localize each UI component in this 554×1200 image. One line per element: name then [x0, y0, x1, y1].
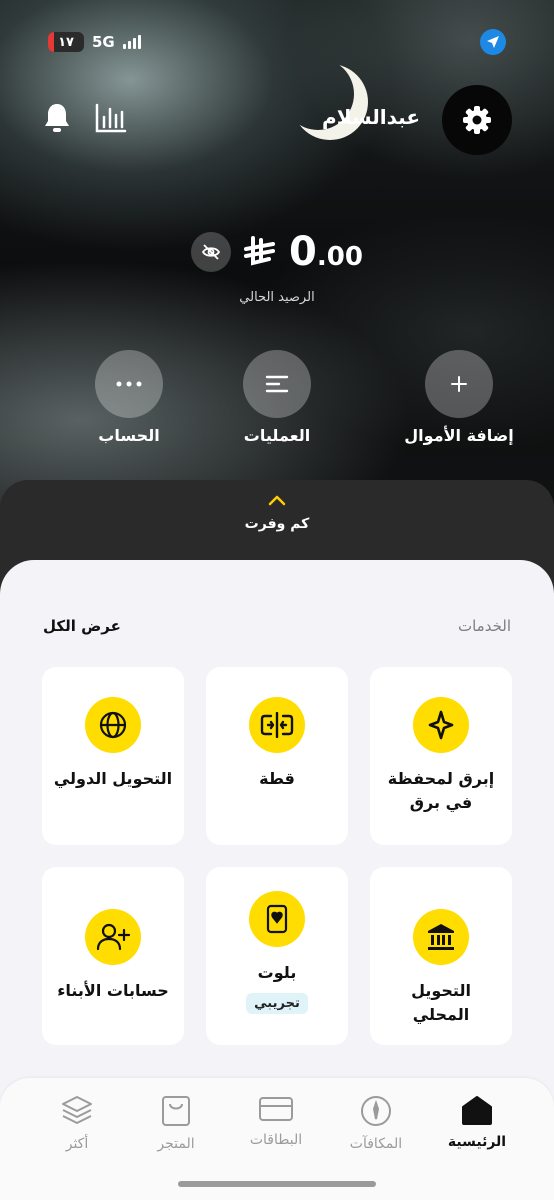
balance-amount: 0.00	[289, 229, 363, 275]
sparkle-icon	[413, 697, 469, 753]
globe-icon	[85, 697, 141, 753]
card-outline-icon	[259, 1097, 293, 1121]
home-icon	[462, 1096, 492, 1125]
service-card-baloot[interactable]: بلوت تجريبي	[206, 867, 348, 1045]
transactions-button[interactable]: العمليات	[217, 350, 337, 445]
savings-label: كم وفرت	[244, 516, 310, 532]
bank-icon	[413, 909, 469, 965]
layers-icon	[62, 1096, 92, 1124]
service-card-international-transfer[interactable]: التحويل الدولي	[42, 667, 184, 845]
list-icon	[243, 350, 311, 418]
balance-row: 0.00	[0, 225, 554, 279]
card-icon	[249, 891, 305, 947]
bell-icon[interactable]	[40, 101, 74, 135]
compass-icon	[361, 1096, 391, 1126]
tab-more[interactable]: أكثر	[27, 1094, 127, 1152]
quick-actions: إضافة الأموال العمليات الحساب	[0, 350, 554, 450]
more-icon	[95, 350, 163, 418]
trial-badge: تجريبي	[246, 993, 308, 1014]
add-funds-button[interactable]: إضافة الأموال	[399, 350, 519, 445]
network-label: 5G	[92, 33, 115, 51]
signal-icon	[122, 35, 141, 49]
bag-icon	[162, 1096, 190, 1126]
service-card-barq-wallet[interactable]: إبرق لمحفظة في برق	[370, 667, 512, 845]
tab-store[interactable]: المتجر	[126, 1094, 226, 1152]
account-button[interactable]: الحساب	[69, 350, 189, 445]
split-icon	[249, 697, 305, 753]
tab-cards[interactable]: البطاقات	[226, 1094, 326, 1148]
tab-home[interactable]: الرئيسية	[427, 1094, 527, 1150]
service-card-kids-accounts[interactable]: حسابات الأبناء	[42, 867, 184, 1045]
home-indicator	[178, 1181, 376, 1187]
service-card-split[interactable]: قطة	[206, 667, 348, 845]
hide-balance-button[interactable]	[191, 232, 232, 272]
gear-icon	[463, 106, 491, 134]
chevron-up-icon	[268, 495, 286, 506]
tab-rewards[interactable]: المكافآت	[326, 1094, 426, 1152]
balance-label: الرصيد الحالي	[239, 290, 315, 305]
username: عبدالسلام	[322, 105, 420, 129]
riyal-symbol-icon	[244, 236, 276, 266]
view-all-link[interactable]: عرض الكل	[43, 617, 121, 635]
status-bar: ١٧ 5G	[48, 29, 506, 55]
settings-button[interactable]	[442, 85, 512, 155]
plus-icon	[425, 350, 493, 418]
service-card-local-transfer[interactable]: التحويل المحلي	[370, 867, 512, 1045]
eye-off-icon	[201, 244, 221, 260]
top-bar: عبدالسلام	[40, 85, 512, 155]
stats-icon[interactable]	[94, 101, 128, 135]
location-icon	[480, 29, 506, 55]
services-title: الخدمات	[457, 617, 511, 635]
add-user-icon	[85, 909, 141, 965]
battery-indicator: ١٧	[48, 32, 84, 52]
